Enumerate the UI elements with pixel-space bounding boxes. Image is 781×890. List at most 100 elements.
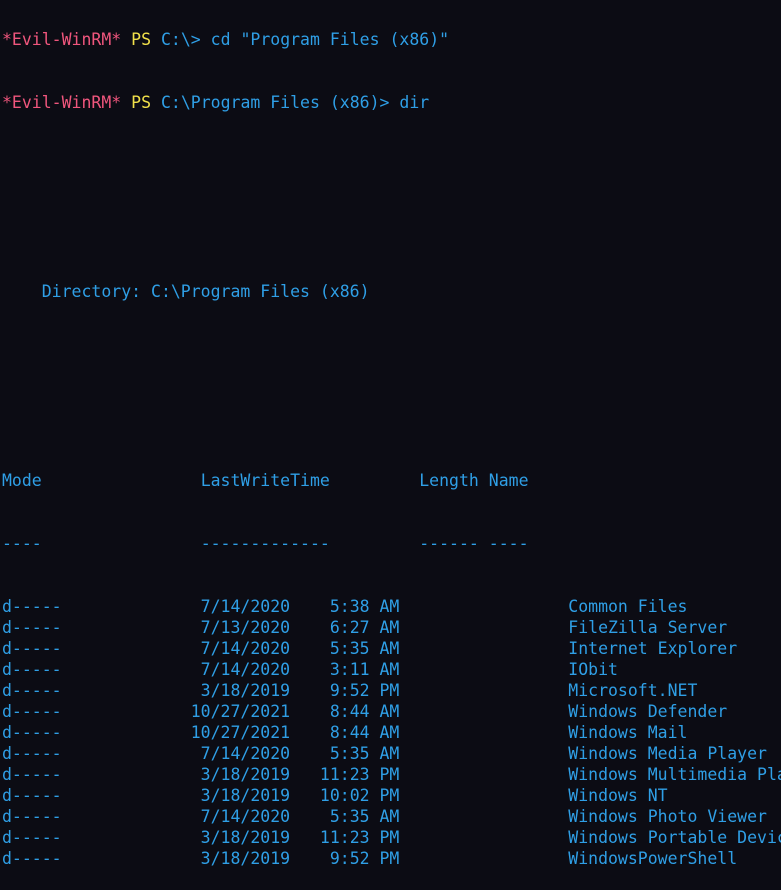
separator-mode: ---- [2, 534, 201, 553]
row-time: 11:23 PM [290, 765, 400, 784]
row-name: WindowsPowerShell [568, 849, 738, 868]
row-date: 3/18/2019 [61, 786, 291, 805]
table-row: d----- 10/27/2021 8:44 AM Windows Defend… [2, 701, 781, 722]
prompt-command: dir [399, 93, 430, 112]
row-date: 7/14/2020 [61, 807, 291, 826]
row-date: 7/13/2020 [61, 618, 291, 637]
table-row: d----- 7/13/2020 6:27 AM FileZilla Serve… [2, 617, 781, 638]
row-date: 10/27/2021 [61, 702, 291, 721]
table-row: d----- 7/14/2020 5:38 AM Common Files [2, 596, 781, 617]
row-mode: d----- [2, 702, 62, 721]
row-date: 3/18/2019 [61, 765, 291, 784]
row-name: Windows Defender [568, 702, 728, 721]
prompt-command: cd "Program Files (x86)" [210, 30, 450, 49]
row-length [399, 765, 558, 784]
row-length [399, 723, 558, 742]
row-name: Windows Portable Devices [568, 828, 781, 847]
prompt-ps: PS [131, 93, 152, 112]
row-length [399, 660, 558, 679]
row-time: 5:38 AM [290, 597, 400, 616]
row-mode: d----- [2, 597, 62, 616]
row-mode: d----- [2, 786, 62, 805]
row-time: 3:11 AM [290, 660, 400, 679]
row-name: IObit [568, 660, 618, 679]
row-mode: d----- [2, 681, 62, 700]
row-date: 10/27/2021 [61, 723, 291, 742]
row-name: FileZilla Server [568, 618, 728, 637]
terminal-output[interactable]: *Evil-WinRM* PS C:\> cd "Program Files (… [2, 0, 781, 890]
row-mode: d----- [2, 639, 62, 658]
row-mode: d----- [2, 744, 62, 763]
table-row: d----- 3/18/2019 11:23 PM Windows Portab… [2, 827, 781, 848]
row-date: 7/14/2020 [61, 744, 291, 763]
row-length [399, 618, 558, 637]
table-row: d----- 7/14/2020 5:35 AM Windows Photo V… [2, 806, 781, 827]
row-time: 5:35 AM [290, 744, 400, 763]
table-row: d----- 3/18/2019 11:23 PM Windows Multim… [2, 764, 781, 785]
row-time: 6:27 AM [290, 618, 400, 637]
prompt-line-previous: *Evil-WinRM* PS C:\> cd "Program Files (… [2, 29, 781, 50]
table-row: d----- 7/14/2020 5:35 AM Windows Media P… [2, 743, 781, 764]
row-date: 3/18/2019 [61, 828, 291, 847]
row-length [399, 744, 558, 763]
prompt-line: *Evil-WinRM* PS C:\Program Files (x86)> … [2, 92, 781, 113]
row-length [399, 597, 558, 616]
row-name: Internet Explorer [568, 639, 738, 658]
row-time: 5:35 AM [290, 639, 400, 658]
row-length [399, 681, 558, 700]
row-name: Common Files [568, 597, 688, 616]
row-length [399, 849, 558, 868]
prompt-path: C:\Program Files (x86)> [160, 93, 390, 112]
row-date: 7/14/2020 [61, 597, 291, 616]
row-mode: d----- [2, 765, 62, 784]
directory-listing: d----- 7/14/2020 5:38 AM Common Files d--… [2, 596, 781, 869]
row-mode: d----- [2, 660, 62, 679]
row-name: Microsoft.NET [568, 681, 698, 700]
row-time: 9:52 PM [290, 849, 400, 868]
row-time: 11:23 PM [290, 828, 400, 847]
row-time: 5:35 AM [290, 807, 400, 826]
table-row: d----- 3/18/2019 10:02 PM Windows NT [2, 785, 781, 806]
row-time: 8:44 AM [290, 723, 400, 742]
column-separators: ---- ------------- ------ ---- [2, 533, 781, 554]
row-mode: d----- [2, 828, 62, 847]
separator-name: ---- [488, 534, 529, 553]
row-time: 10:02 PM [290, 786, 400, 805]
directory-header: Directory: C:\Program Files (x86) [2, 282, 370, 301]
row-mode: d----- [2, 807, 62, 826]
row-mode: d----- [2, 849, 62, 868]
row-mode: d----- [2, 723, 62, 742]
table-row: d----- 3/18/2019 9:52 PM Microsoft.NET [2, 680, 781, 701]
table-row: d----- 7/14/2020 5:35 AM Internet Explor… [2, 638, 781, 659]
row-name: Windows Multimedia Platform [568, 765, 781, 784]
prompt-ps: PS [131, 30, 152, 49]
row-length [399, 639, 558, 658]
row-date: 3/18/2019 [61, 681, 291, 700]
row-length [399, 807, 558, 826]
separator-lastwritetime: ------------- [200, 534, 330, 553]
row-length [399, 786, 558, 805]
prompt-path: C:\> [160, 30, 201, 49]
row-name: Windows Mail [568, 723, 688, 742]
prompt-name: *Evil-WinRM* [2, 93, 122, 112]
row-date: 7/14/2020 [61, 660, 291, 679]
row-length [399, 828, 558, 847]
prompt-name: *Evil-WinRM* [2, 30, 122, 49]
row-name: Windows Media Player [568, 744, 767, 763]
row-length [399, 702, 558, 721]
row-time: 8:44 AM [290, 702, 400, 721]
row-name: Windows NT [568, 786, 668, 805]
separator-length: ------ [419, 534, 479, 553]
table-row: d----- 7/14/2020 3:11 AM IObit [2, 659, 781, 680]
row-mode: d----- [2, 618, 62, 637]
row-date: 3/18/2019 [61, 849, 291, 868]
table-row: d----- 3/18/2019 9:52 PM WindowsPowerShe… [2, 848, 781, 869]
table-row: d----- 10/27/2021 8:44 AM Windows Mail [2, 722, 781, 743]
row-date: 7/14/2020 [61, 639, 291, 658]
column-headers: Mode LastWriteTime Length Name [2, 470, 781, 491]
row-time: 9:52 PM [290, 681, 400, 700]
